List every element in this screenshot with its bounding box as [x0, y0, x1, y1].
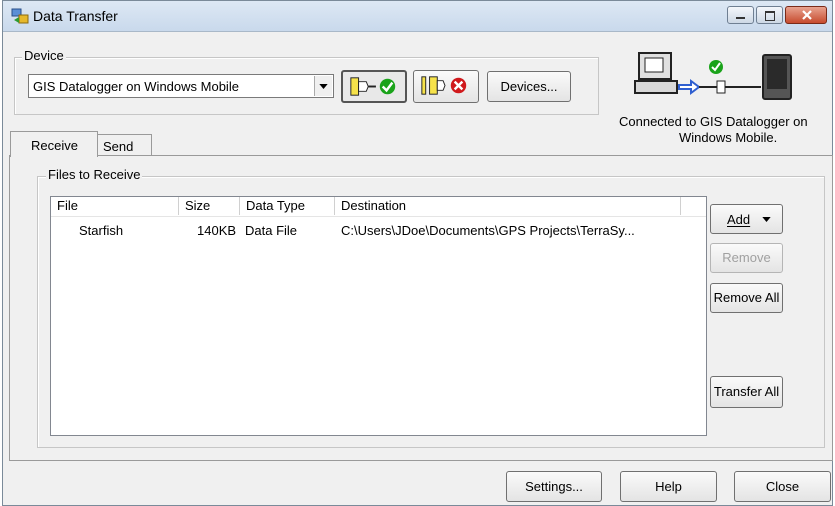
- add-button-label: Add: [727, 212, 751, 227]
- remove-all-button[interactable]: Remove All: [710, 283, 783, 313]
- receive-tab-panel: Files to Receive File Size Data Type Des…: [9, 155, 833, 461]
- title-bar[interactable]: Data Transfer: [3, 1, 832, 32]
- tab-receive-label: Receive: [31, 138, 78, 153]
- close-button[interactable]: Close: [734, 471, 831, 502]
- maximize-icon: [765, 11, 775, 21]
- transfer-all-button[interactable]: Transfer All: [710, 376, 783, 408]
- remove-button-label: Remove: [722, 250, 771, 265]
- data-transfer-app-icon: [11, 8, 29, 24]
- connection-status-icon: [634, 52, 792, 100]
- devices-button-label: Devices...: [500, 79, 558, 94]
- devices-button[interactable]: Devices...: [487, 71, 571, 102]
- remove-all-button-label: Remove All: [713, 290, 780, 305]
- connection-status-line2: Windows Mobile.: [679, 130, 778, 145]
- files-to-receive-label: Files to Receive: [46, 167, 143, 182]
- help-button-label: Help: [655, 479, 682, 494]
- connection-status-line1: Connected to GIS Datalogger on: [619, 114, 808, 129]
- files-list[interactable]: File Size Data Type Destination Starfish…: [50, 196, 707, 436]
- tab-send-label: Send: [103, 139, 134, 154]
- close-button-label: Close: [765, 479, 800, 494]
- minimize-icon: [736, 17, 745, 19]
- transfer-all-button-label: Transfer All: [713, 384, 780, 399]
- disconnect-device-icon: [421, 76, 467, 95]
- add-button[interactable]: Add: [710, 204, 783, 234]
- help-button[interactable]: Help: [620, 471, 717, 502]
- device-select[interactable]: GIS Datalogger on Windows Mobile: [28, 74, 334, 98]
- close-icon: [802, 10, 812, 20]
- connect-button[interactable]: [341, 70, 407, 103]
- device-select-value: GIS Datalogger on Windows Mobile: [33, 79, 239, 94]
- settings-button[interactable]: Settings...: [506, 471, 602, 502]
- table-row[interactable]: Starfish 140KB Data File C:\Users\JDoe\D…: [51, 197, 706, 243]
- close-window-button[interactable]: [785, 6, 827, 24]
- disconnect-button[interactable]: [413, 70, 479, 103]
- window-title: Data Transfer: [33, 8, 118, 24]
- cell-data-type: Data File: [245, 223, 298, 238]
- minimize-button[interactable]: [727, 6, 754, 24]
- remove-button[interactable]: Remove: [710, 243, 783, 273]
- cell-size: 140KB: [197, 223, 237, 238]
- maximize-button[interactable]: [756, 6, 783, 24]
- tab-receive[interactable]: Receive: [10, 131, 98, 157]
- cell-destination: C:\Users\JDoe\Documents\GPS Projects\Ter…: [341, 223, 635, 238]
- dropdown-arrow-icon: [762, 217, 771, 222]
- chevron-down-icon[interactable]: [314, 76, 332, 96]
- settings-button-label: Settings...: [525, 479, 583, 494]
- cell-file: Starfish: [79, 223, 124, 238]
- connect-device-icon: [350, 77, 396, 96]
- tab-send[interactable]: Send: [97, 134, 152, 156]
- device-group-label: Device: [22, 48, 66, 63]
- data-transfer-window: Data Transfer Device GIS Datalogger on W…: [2, 0, 833, 506]
